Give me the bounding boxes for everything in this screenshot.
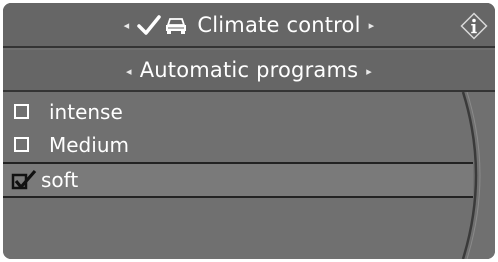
- info-icon[interactable]: [460, 12, 488, 40]
- option-label: Medium: [49, 132, 129, 157]
- option-label: soft: [41, 168, 79, 192]
- header-title: Climate control: [197, 12, 361, 37]
- option-label: intense: [49, 99, 123, 124]
- option-intense[interactable]: intense: [3, 95, 465, 128]
- checkbox-unchecked-icon: [14, 137, 29, 152]
- checkbox-unchecked-icon: [14, 104, 29, 119]
- subheader-right-arrow[interactable]: ▸: [366, 65, 372, 78]
- submenu-header[interactable]: ◂ Automatic programs ▸: [3, 50, 495, 92]
- subheader-title: Automatic programs: [139, 58, 359, 82]
- subheader-left-arrow[interactable]: ◂: [126, 65, 132, 78]
- checkbox-checked-icon: [11, 169, 37, 190]
- header-left-arrow[interactable]: ◂: [124, 19, 130, 32]
- idrive-screen: ◂ Climate control ▸ ◂ Automatic programs…: [3, 3, 495, 259]
- option-soft[interactable]: soft: [3, 162, 473, 198]
- car-icon: [166, 17, 187, 34]
- check-icon: [137, 14, 162, 35]
- option-medium[interactable]: Medium: [3, 128, 465, 161]
- header-right-arrow[interactable]: ▸: [369, 19, 375, 32]
- main-menu-header[interactable]: ◂ Climate control ▸: [3, 3, 495, 48]
- scroll-arc-decoration: [461, 92, 481, 259]
- program-list: intense Medium soft: [3, 92, 495, 259]
